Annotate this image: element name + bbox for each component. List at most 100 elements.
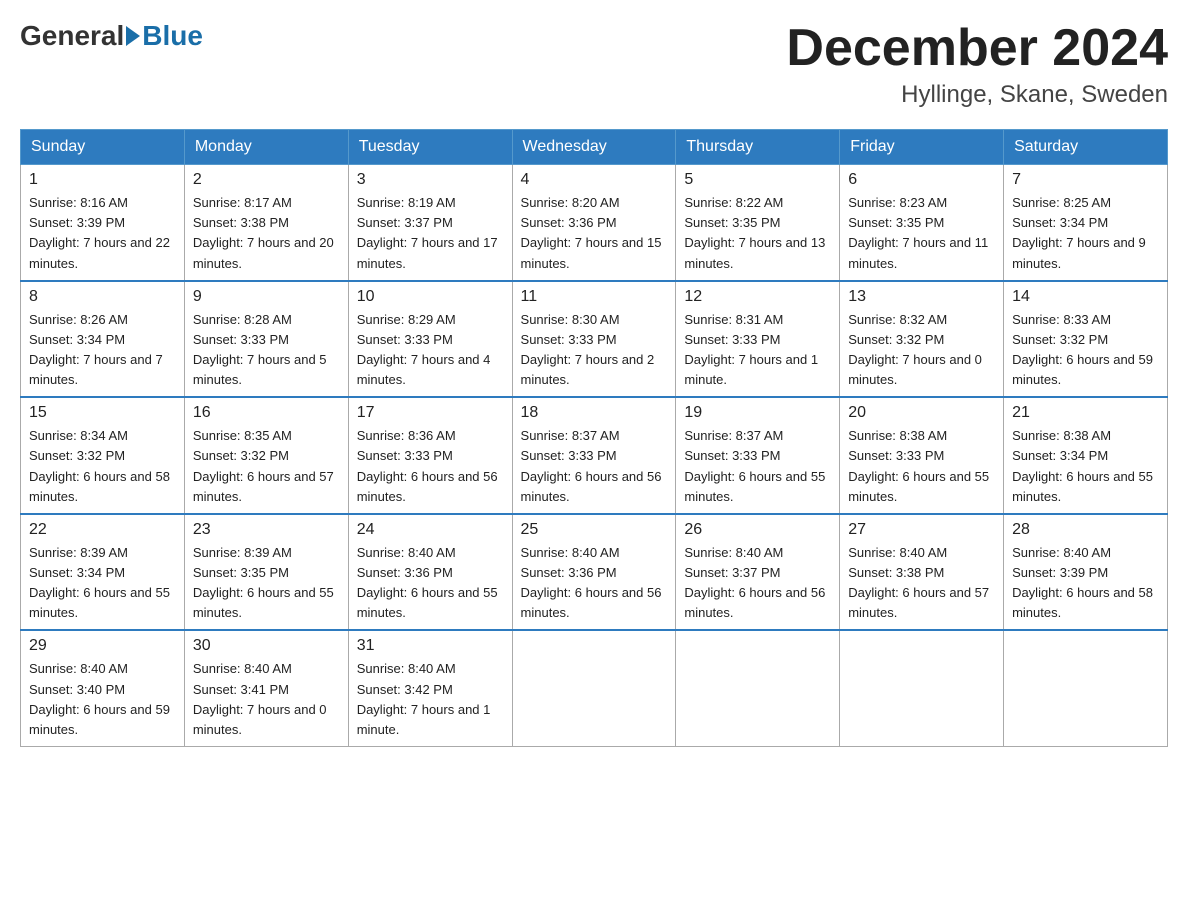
calendar-cell: 9Sunrise: 8:28 AMSunset: 3:33 PMDaylight… [184,281,348,398]
day-info: Sunrise: 8:40 AMSunset: 3:36 PMDaylight:… [521,543,668,624]
col-header-friday: Friday [840,130,1004,165]
col-header-monday: Monday [184,130,348,165]
day-number: 30 [193,637,340,655]
day-number: 28 [1012,521,1159,539]
calendar-cell: 21 Sunrise: 8:38 AMSunset: 3:34 PMDayligh… [1004,397,1168,514]
calendar-cell: 16Sunrise: 8:35 AMSunset: 3:32 PMDayligh… [184,397,348,514]
logo-blue-text: Blue [142,20,203,52]
day-number: 22 [29,521,176,539]
day-number: 25 [521,521,668,539]
day-info: Sunrise: 8:22 AMSunset: 3:35 PMDaylight:… [684,193,831,274]
calendar-cell: 15 Sunrise: 8:34 AMSunset: 3:32 PMDayligh… [21,397,185,514]
day-info: Sunrise: 8:23 AMSunset: 3:35 PMDaylight:… [848,193,995,274]
calendar-week-row-4: 22 Sunrise: 8:39 AMSunset: 3:34 PMDayligh… [21,514,1168,631]
calendar-cell: 20 Sunrise: 8:38 AMSunset: 3:33 PMDayligh… [840,397,1004,514]
day-info: Sunrise: 8:39 AMSunset: 3:34 PMDaylight:… [29,543,176,624]
calendar-cell: 2 Sunrise: 8:17 AMSunset: 3:38 PMDaylight… [184,165,348,281]
day-number: 4 [521,171,668,189]
day-number: 21 [1012,404,1159,422]
calendar-cell: 8Sunrise: 8:26 AMSunset: 3:34 PMDaylight… [21,281,185,398]
day-info: Sunrise: 8:32 AMSunset: 3:32 PMDaylight:… [848,310,995,391]
day-info: Sunrise: 8:34 AMSunset: 3:32 PMDaylight:… [29,426,176,507]
day-number: 17 [357,404,504,422]
col-header-sunday: Sunday [21,130,185,165]
day-number: 10 [357,288,504,306]
calendar-cell [840,630,1004,746]
col-header-saturday: Saturday [1004,130,1168,165]
day-info: Sunrise: 8:20 AMSunset: 3:36 PMDaylight:… [521,193,668,274]
page-header: General Blue December 2024 Hyllinge, Ska… [20,20,1168,109]
day-number: 23 [193,521,340,539]
calendar-week-row-2: 8Sunrise: 8:26 AMSunset: 3:34 PMDaylight… [21,281,1168,398]
day-info: Sunrise: 8:37 AMSunset: 3:33 PMDaylight:… [521,426,668,507]
calendar-table: Sunday Monday Tuesday Wednesday Thursday… [20,129,1168,747]
calendar-cell: 5 Sunrise: 8:22 AMSunset: 3:35 PMDaylight… [676,165,840,281]
day-number: 12 [684,288,831,306]
calendar-cell: 22 Sunrise: 8:39 AMSunset: 3:34 PMDayligh… [21,514,185,631]
calendar-cell: 27 Sunrise: 8:40 AMSunset: 3:38 PMDayligh… [840,514,1004,631]
calendar-cell: 23 Sunrise: 8:39 AMSunset: 3:35 PMDayligh… [184,514,348,631]
calendar-header-row: Sunday Monday Tuesday Wednesday Thursday… [21,130,1168,165]
day-number: 5 [684,171,831,189]
logo: General Blue [20,20,203,52]
day-number: 8 [29,288,176,306]
col-header-tuesday: Tuesday [348,130,512,165]
month-year-title: December 2024 [786,20,1168,77]
logo-arrow-icon [126,26,140,46]
day-info: Sunrise: 8:28 AMSunset: 3:33 PMDaylight:… [193,310,340,391]
day-info: Sunrise: 8:25 AMSunset: 3:34 PMDaylight:… [1012,193,1159,274]
day-number: 26 [684,521,831,539]
day-number: 29 [29,637,176,655]
calendar-cell: 6Sunrise: 8:23 AMSunset: 3:35 PMDaylight… [840,165,1004,281]
day-number: 31 [357,637,504,655]
calendar-cell: 18 Sunrise: 8:37 AMSunset: 3:33 PMDayligh… [512,397,676,514]
day-info: Sunrise: 8:17 AMSunset: 3:38 PMDaylight:… [193,193,340,274]
calendar-cell: 30 Sunrise: 8:40 AMSunset: 3:41 PMDayligh… [184,630,348,746]
calendar-cell: 17Sunrise: 8:36 AMSunset: 3:33 PMDayligh… [348,397,512,514]
day-info: Sunrise: 8:38 AMSunset: 3:33 PMDaylight:… [848,426,995,507]
calendar-cell: 26 Sunrise: 8:40 AMSunset: 3:37 PMDayligh… [676,514,840,631]
calendar-cell: 29 Sunrise: 8:40 AMSunset: 3:40 PMDayligh… [21,630,185,746]
location-subtitle: Hyllinge, Skane, Sweden [786,81,1168,109]
day-info: Sunrise: 8:38 AMSunset: 3:34 PMDaylight:… [1012,426,1159,507]
calendar-cell: 3 Sunrise: 8:19 AMSunset: 3:37 PMDaylight… [348,165,512,281]
calendar-cell: 12Sunrise: 8:31 AMSunset: 3:33 PMDayligh… [676,281,840,398]
calendar-cell: 13Sunrise: 8:32 AMSunset: 3:32 PMDayligh… [840,281,1004,398]
calendar-cell: 7Sunrise: 8:25 AMSunset: 3:34 PMDaylight… [1004,165,1168,281]
calendar-cell: 24Sunrise: 8:40 AMSunset: 3:36 PMDayligh… [348,514,512,631]
calendar-cell: 31 Sunrise: 8:40 AMSunset: 3:42 PMDayligh… [348,630,512,746]
day-info: Sunrise: 8:40 AMSunset: 3:41 PMDaylight:… [193,659,340,740]
day-info: Sunrise: 8:40 AMSunset: 3:42 PMDaylight:… [357,659,504,740]
day-number: 24 [357,521,504,539]
title-section: December 2024 Hyllinge, Skane, Sweden [786,20,1168,109]
day-number: 20 [848,404,995,422]
calendar-week-row-1: 1 Sunrise: 8:16 AMSunset: 3:39 PMDaylight… [21,165,1168,281]
day-number: 1 [29,171,176,189]
day-number: 15 [29,404,176,422]
logo-general-text: General [20,20,124,52]
day-info: Sunrise: 8:19 AMSunset: 3:37 PMDaylight:… [357,193,504,274]
calendar-cell: 10Sunrise: 8:29 AMSunset: 3:33 PMDayligh… [348,281,512,398]
day-number: 14 [1012,288,1159,306]
calendar-week-row-3: 15 Sunrise: 8:34 AMSunset: 3:32 PMDayligh… [21,397,1168,514]
day-info: Sunrise: 8:40 AMSunset: 3:40 PMDaylight:… [29,659,176,740]
day-info: Sunrise: 8:39 AMSunset: 3:35 PMDaylight:… [193,543,340,624]
day-number: 2 [193,171,340,189]
day-info: Sunrise: 8:40 AMSunset: 3:37 PMDaylight:… [684,543,831,624]
day-info: Sunrise: 8:33 AMSunset: 3:32 PMDaylight:… [1012,310,1159,391]
day-info: Sunrise: 8:16 AMSunset: 3:39 PMDaylight:… [29,193,176,274]
calendar-cell [676,630,840,746]
col-header-wednesday: Wednesday [512,130,676,165]
day-info: Sunrise: 8:40 AMSunset: 3:38 PMDaylight:… [848,543,995,624]
day-number: 18 [521,404,668,422]
calendar-cell: 25 Sunrise: 8:40 AMSunset: 3:36 PMDayligh… [512,514,676,631]
col-header-thursday: Thursday [676,130,840,165]
day-info: Sunrise: 8:40 AMSunset: 3:39 PMDaylight:… [1012,543,1159,624]
day-number: 11 [521,288,668,306]
day-info: Sunrise: 8:30 AMSunset: 3:33 PMDaylight:… [521,310,668,391]
calendar-cell: 1 Sunrise: 8:16 AMSunset: 3:39 PMDaylight… [21,165,185,281]
day-number: 19 [684,404,831,422]
day-number: 16 [193,404,340,422]
day-number: 27 [848,521,995,539]
day-number: 3 [357,171,504,189]
